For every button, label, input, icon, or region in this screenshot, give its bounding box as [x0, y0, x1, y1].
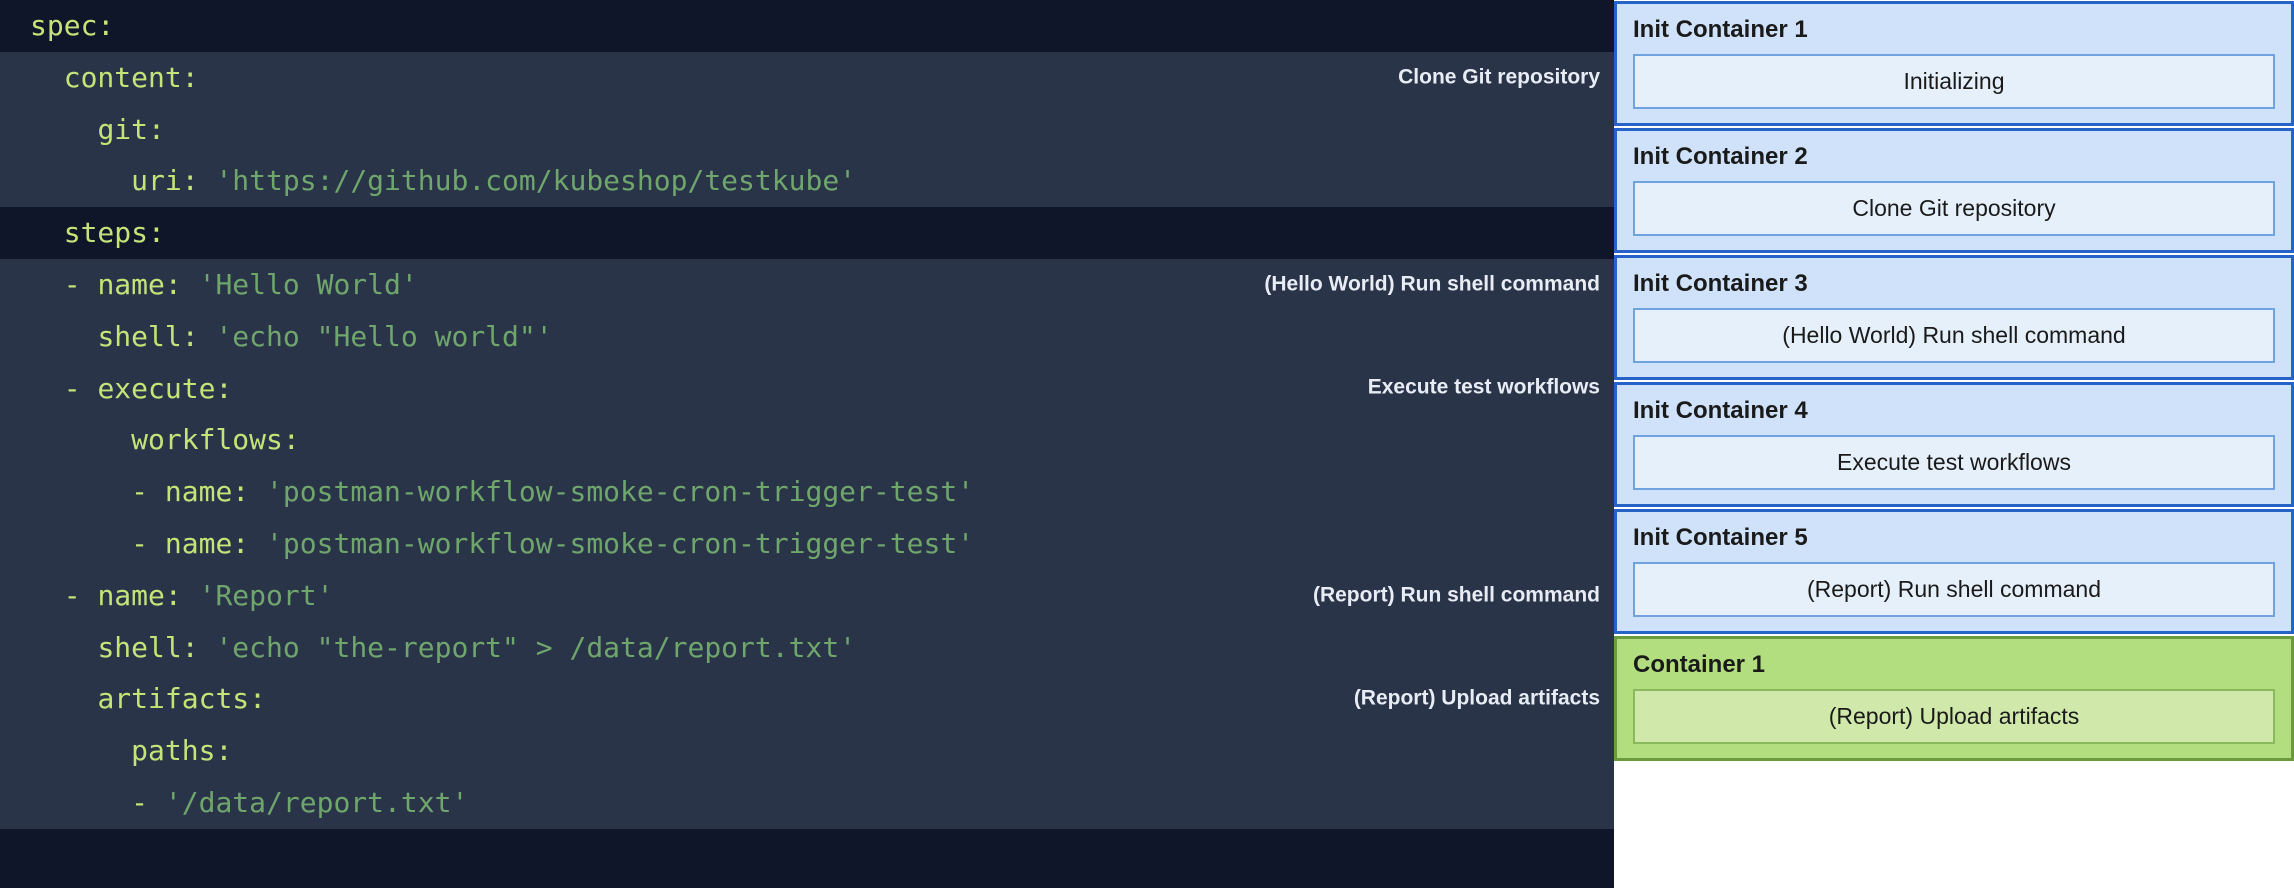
code-token: [30, 475, 131, 508]
code-token-key: uri:: [131, 164, 198, 197]
code-token-key: git:: [97, 113, 164, 146]
code-section-badge: (Report) Run shell command: [1313, 576, 1600, 615]
code-line: workflows:: [0, 414, 1614, 466]
code-token-str: 'postman-workflow-smoke-cron-trigger-tes…: [266, 527, 974, 560]
container-title: Container 1: [1617, 639, 2291, 689]
code-line: spec:: [0, 0, 1614, 52]
code-token-str: '/data/report.txt': [165, 786, 468, 819]
container-task: Clone Git repository: [1633, 181, 2275, 236]
code-line: - name: 'postman-workflow-smoke-cron-tri…: [0, 466, 1614, 518]
code-token-key: name:: [97, 268, 181, 301]
code-token-key: content:: [64, 61, 199, 94]
code-token: [182, 268, 199, 301]
code-token: [30, 164, 131, 197]
code-token-str: 'postman-workflow-smoke-cron-trigger-tes…: [266, 475, 974, 508]
code-token-dash: -: [64, 579, 98, 612]
code-token: [30, 579, 64, 612]
code-token-str: 'echo "Hello world"': [215, 320, 552, 353]
code-section-badge: (Report) Upload artifacts: [1354, 680, 1600, 719]
init-container-card: Init Container 4Execute test workflows: [1614, 382, 2294, 507]
code-token-dash: -: [131, 475, 165, 508]
code-token-key: shell:: [97, 320, 198, 353]
container-title: Init Container 2: [1617, 131, 2291, 181]
code-token-str: 'https://github.com/kubeshop/testkube': [215, 164, 856, 197]
code-token-key: name:: [97, 579, 181, 612]
code-line: git:: [0, 104, 1614, 156]
code-token: [30, 216, 64, 249]
code-token-key: execute:: [97, 372, 232, 405]
code-token: [249, 527, 266, 560]
code-token-key: paths:: [131, 734, 232, 767]
init-container-card: Init Container 5(Report) Run shell comma…: [1614, 509, 2294, 634]
code-line: - name: 'Report' (Report) Run shell comma…: [0, 570, 1614, 622]
init-container-card: Init Container 1Initializing: [1614, 1, 2294, 126]
containers-panel: Init Container 1InitializingInit Contain…: [1614, 0, 2294, 888]
code-token: [199, 631, 216, 664]
code-line: - name: 'Hello World' (Hello World) Run s…: [0, 259, 1614, 311]
code-token: [30, 320, 97, 353]
code-section-badge: Clone Git repository: [1398, 58, 1600, 97]
container-title: Init Container 4: [1617, 385, 2291, 435]
code-token: [30, 527, 131, 560]
container-title: Init Container 3: [1617, 258, 2291, 308]
code-line: paths:: [0, 725, 1614, 777]
code-panel: spec: content:Clone Git repository git: …: [0, 0, 1614, 888]
code-token-key: artifacts:: [97, 682, 266, 715]
code-token-key: name:: [165, 475, 249, 508]
code-token: [30, 423, 131, 456]
code-line: content: Clone Git repository: [0, 52, 1614, 104]
code-line: - '/data/report.txt': [0, 777, 1614, 829]
code-token-key: workflows:: [131, 423, 300, 456]
code-token-dash: -: [64, 268, 98, 301]
code-section-badge: (Hello World) Run shell command: [1264, 265, 1600, 304]
code-token: [199, 164, 216, 197]
code-token: [182, 579, 199, 612]
code-token: [30, 61, 64, 94]
code-token-str: 'Report': [199, 579, 334, 612]
code-line: shell: 'echo "the-report" > /data/report…: [0, 622, 1614, 674]
code-token: [30, 631, 97, 664]
container-task: Initializing: [1633, 54, 2275, 109]
code-token-str: 'echo "the-report" > /data/report.txt': [215, 631, 856, 664]
code-line: steps:: [0, 207, 1614, 259]
code-section-badge: Execute test workflows: [1368, 369, 1600, 408]
code-line: - execute: Execute test workflows: [0, 363, 1614, 415]
code-token: [30, 372, 64, 405]
code-token-dash: -: [131, 786, 165, 819]
container-task: (Report) Upload artifacts: [1633, 689, 2275, 744]
init-container-card: Init Container 2Clone Git repository: [1614, 128, 2294, 253]
code-line: artifacts: (Report) Upload artifacts: [0, 673, 1614, 725]
code-line: - name: 'postman-workflow-smoke-cron-tri…: [0, 518, 1614, 570]
container-task: (Hello World) Run shell command: [1633, 308, 2275, 363]
code-token-dash: -: [131, 527, 165, 560]
code-token: [30, 786, 131, 819]
code-token-key: spec:: [30, 9, 114, 42]
code-token: [30, 734, 131, 767]
code-token-str: 'Hello World': [199, 268, 418, 301]
code-token: [30, 113, 97, 146]
container-task: Execute test workflows: [1633, 435, 2275, 490]
container-task: (Report) Run shell command: [1633, 562, 2275, 617]
code-token: [249, 475, 266, 508]
container-title: Init Container 1: [1617, 4, 2291, 54]
code-token-key: steps:: [64, 216, 165, 249]
code-line: uri: 'https://github.com/kubeshop/testku…: [0, 155, 1614, 207]
code-token: [30, 268, 64, 301]
code-token-key: shell:: [97, 631, 198, 664]
code-token-dash: -: [64, 372, 98, 405]
code-token: [30, 682, 97, 715]
code-token: [199, 320, 216, 353]
code-line: shell: 'echo "Hello world"': [0, 311, 1614, 363]
init-container-card: Init Container 3(Hello World) Run shell …: [1614, 255, 2294, 380]
container-card: Container 1(Report) Upload artifacts: [1614, 636, 2294, 761]
container-title: Init Container 5: [1617, 512, 2291, 562]
code-token-key: name:: [165, 527, 249, 560]
